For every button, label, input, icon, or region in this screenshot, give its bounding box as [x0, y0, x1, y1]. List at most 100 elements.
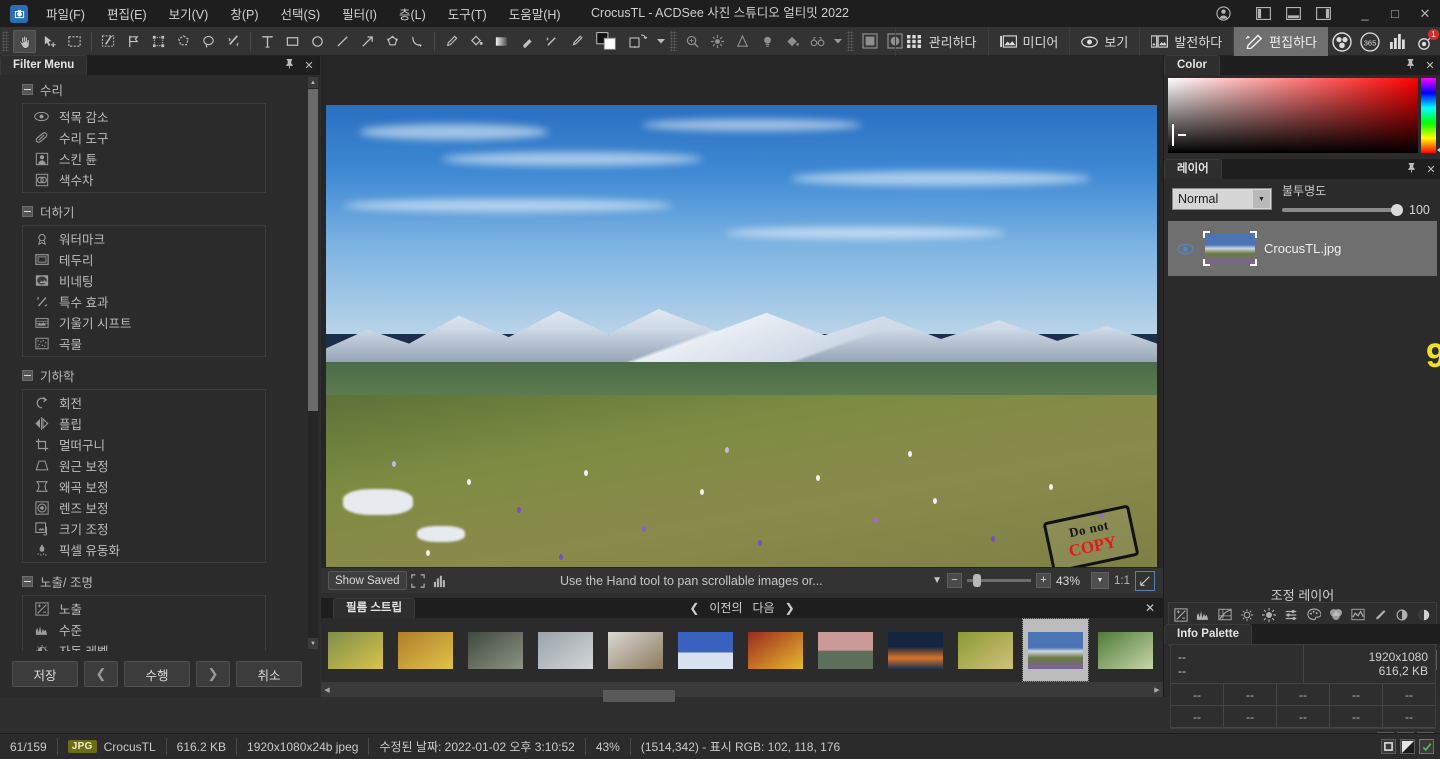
thumbnail-item[interactable] — [743, 619, 808, 681]
flag-tool-icon[interactable] — [122, 30, 145, 53]
scroll-down-icon[interactable]: ▼ — [308, 638, 318, 649]
filter-item-skin-tune[interactable]: 스킨 튠 — [23, 148, 265, 169]
menu-item-edit[interactable]: 편집(E) — [97, 0, 157, 27]
colorcurve-icon[interactable] — [1347, 605, 1369, 624]
filter-item-resize[interactable]: 크기 조정 — [23, 518, 265, 539]
gradient-tool-icon[interactable] — [490, 30, 513, 53]
tab-filter-menu[interactable]: Filter Menu — [0, 55, 88, 75]
effects-dropdown-icon[interactable] — [831, 30, 844, 53]
pin-icon[interactable] — [1404, 58, 1416, 72]
filmstrip-prev-label[interactable]: 이전의 — [707, 598, 744, 618]
filter-group-header-add[interactable]: 더하기 — [0, 197, 308, 225]
filter-item-auto-levels[interactable]: 자동 레벨 — [23, 640, 265, 651]
filmstrip-scrollbar[interactable]: ◀ ▶ — [321, 682, 1163, 702]
collapse-icon[interactable] — [22, 370, 33, 381]
pin-icon[interactable] — [283, 58, 295, 72]
pin-icon[interactable] — [1405, 162, 1417, 176]
thumbnail-item[interactable] — [673, 619, 738, 681]
thumbnail-item[interactable] — [953, 619, 1018, 681]
edited-photo[interactable]: Do not COPY — [326, 105, 1157, 573]
tab-media[interactable]: 미디어 — [987, 27, 1070, 56]
foreground-background-color-icon[interactable] — [590, 30, 624, 53]
previous-button[interactable]: ❮ — [84, 661, 118, 687]
filmstrip-scroll-left-icon[interactable]: ◀ — [321, 686, 333, 694]
thumbnail-item[interactable] — [323, 619, 388, 681]
filter-item-repair-tool[interactable]: 수리 도구 — [23, 127, 265, 148]
zoom-in-button[interactable]: + — [1036, 573, 1051, 588]
layer-row[interactable]: CrocusTL.jpg — [1168, 221, 1437, 276]
lighting-tool-icon[interactable] — [756, 30, 779, 53]
menu-item-tools[interactable]: 도구(T) — [438, 0, 497, 27]
close-button[interactable]: ✕ — [1410, 0, 1440, 27]
histogram-icon[interactable] — [429, 570, 451, 592]
color-cursor[interactable] — [1172, 124, 1186, 146]
zoom-slider-knob[interactable] — [973, 574, 981, 587]
filter-item-distortion-correction[interactable]: 왜곡 보정 — [23, 476, 265, 497]
binoculars-tool-icon[interactable] — [806, 30, 829, 53]
thumbnail-item[interactable] — [813, 619, 878, 681]
hand-tool-icon[interactable] — [13, 29, 36, 53]
filter-item-tilt-shift[interactable]: 기울기 시프트 — [23, 312, 265, 333]
scrollbar-thumb[interactable] — [308, 89, 318, 411]
fullscreen-icon[interactable] — [407, 570, 429, 592]
chart-icon[interactable] — [1384, 27, 1412, 56]
tab-color[interactable]: Color — [1164, 55, 1221, 75]
cancel-button[interactable]: 취소 — [236, 661, 302, 687]
upload-icon[interactable]: 1 — [1412, 27, 1440, 56]
close-icon[interactable]: ✕ — [1424, 59, 1436, 72]
zoom-fit-button[interactable] — [1135, 570, 1155, 591]
layout-bottom-icon[interactable] — [1278, 0, 1308, 27]
brush-tool-icon[interactable] — [440, 30, 463, 53]
menu-item-file[interactable]: 파일(F) — [36, 0, 95, 27]
zoom-actual-size-label[interactable]: 1:1 — [1114, 575, 1130, 587]
zoom-slider[interactable] — [967, 574, 1031, 587]
filter-item-border[interactable]: 테두리 — [23, 249, 265, 270]
opacity-slider-knob[interactable] — [1391, 203, 1403, 216]
filter-group-header-geometry[interactable]: 기하학 — [0, 361, 308, 389]
maximize-button[interactable]: □ — [1380, 0, 1410, 27]
zoom-dropdown-caret-icon[interactable]: ▼ — [932, 575, 942, 586]
filter-item-watermark[interactable]: 워터마크 — [23, 228, 265, 249]
close-icon[interactable]: ✕ — [1425, 163, 1437, 176]
filter-item-perspective-correction[interactable]: 원근 보정 — [23, 455, 265, 476]
swap-colors-icon[interactable] — [626, 30, 652, 53]
lasso-select-icon[interactable] — [197, 30, 220, 53]
node-select-icon[interactable] — [147, 30, 170, 53]
tonecurve-icon[interactable] — [1214, 605, 1236, 624]
rectangle-tool-icon[interactable] — [281, 30, 304, 53]
exposure-icon[interactable] — [1170, 605, 1192, 624]
filter-item-grain[interactable]: 곡물 — [23, 333, 265, 354]
toolbar-grip[interactable] — [847, 31, 854, 51]
polygon-select-icon[interactable] — [172, 30, 195, 53]
save-button[interactable]: 저장 — [12, 661, 78, 687]
filter-item-chromatic-aberration[interactable]: 색수차 — [23, 169, 265, 190]
scroll-up-icon[interactable]: ▲ — [308, 77, 318, 88]
collapse-icon[interactable] — [22, 206, 33, 217]
filter-item-crop[interactable]: 멀떠구니 — [23, 434, 265, 455]
ellipse-tool-icon[interactable] — [306, 30, 329, 53]
thumbnail-item-selected[interactable] — [1022, 618, 1089, 682]
polygon-tool-icon[interactable] — [381, 30, 404, 53]
light-icon[interactable] — [1236, 605, 1258, 624]
marquee-select-tool-icon[interactable] — [63, 30, 86, 53]
thumbnail-item[interactable] — [533, 619, 598, 681]
color-dropdown-icon[interactable] — [654, 30, 667, 53]
filter-item-levels[interactable]: 수준 — [23, 619, 265, 640]
close-icon[interactable]: ✕ — [303, 59, 315, 72]
filter-menu-scrollbar[interactable]: ▲ ▼ — [308, 77, 318, 649]
square-mask-icon[interactable] — [858, 30, 881, 53]
account-icon[interactable] — [1208, 0, 1238, 27]
sliders-icon[interactable] — [1280, 605, 1302, 624]
layout-left-icon[interactable] — [1248, 0, 1278, 27]
filter-item-rotate[interactable]: 회전 — [23, 392, 265, 413]
line-tool-icon[interactable] — [331, 30, 354, 53]
filmstrip-scrollbar-thumb[interactable] — [603, 689, 675, 702]
healing-tool-icon[interactable] — [540, 30, 563, 53]
paint-bucket-icon[interactable] — [465, 30, 488, 53]
menu-item-filter[interactable]: 필터(I) — [332, 0, 387, 27]
tab-manage[interactable]: 관리하다 — [894, 27, 988, 56]
filter-item-vignette[interactable]: 비네팅 — [23, 270, 265, 291]
365-icon[interactable]: 365 — [1356, 27, 1384, 56]
zoom-preset-dropdown-icon[interactable]: ▼ — [1091, 572, 1109, 589]
square-icon[interactable] — [1381, 739, 1396, 754]
